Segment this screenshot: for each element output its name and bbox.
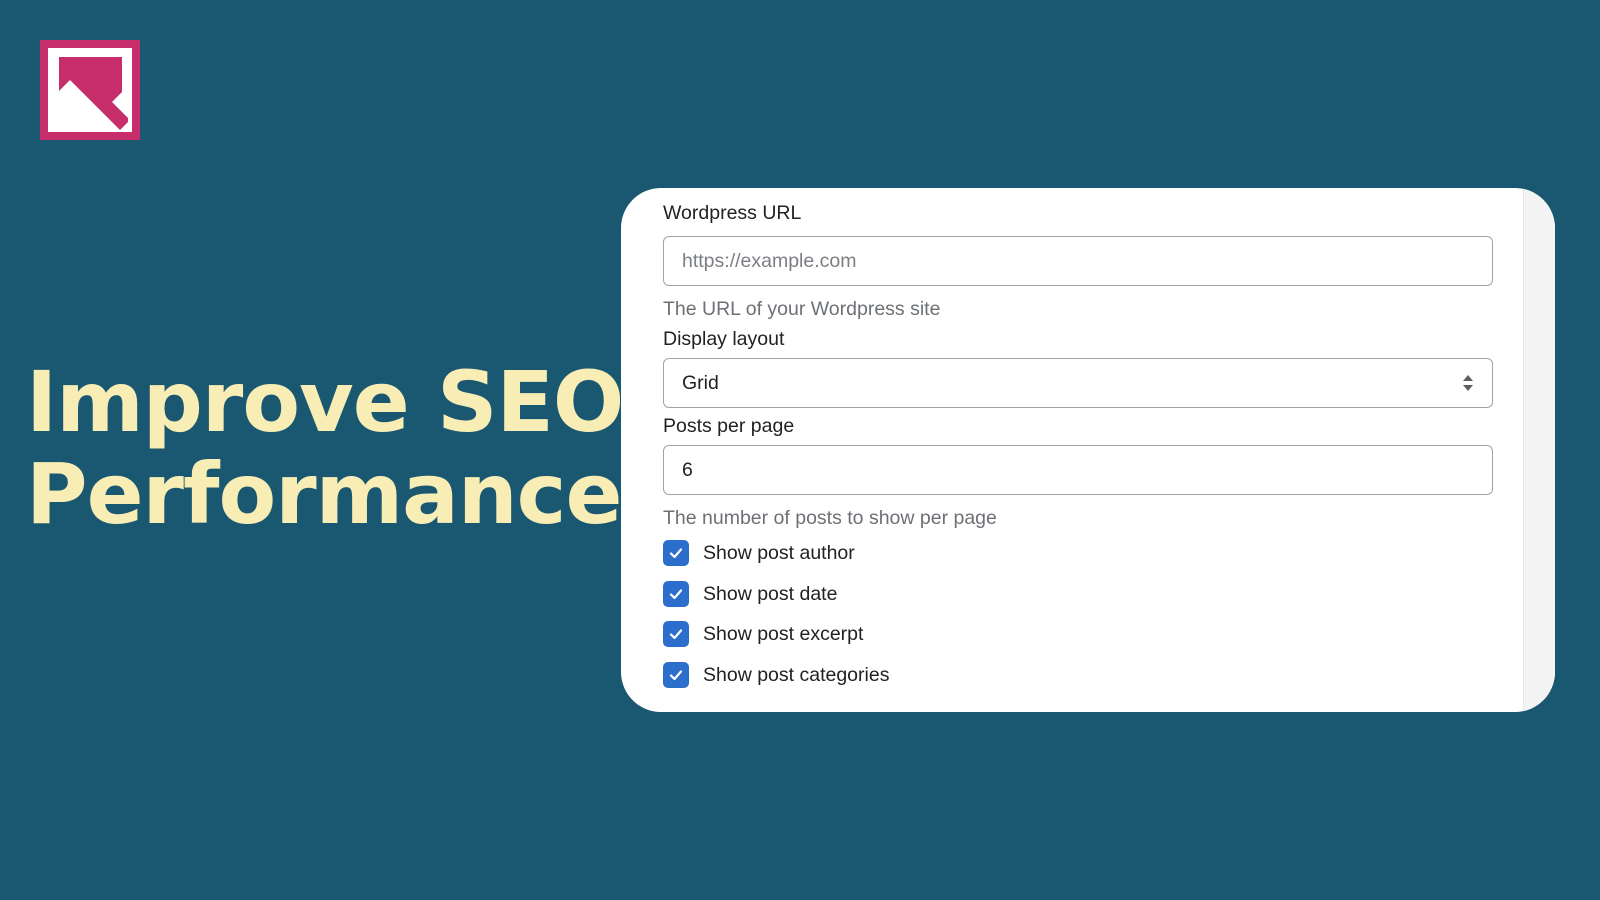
checkbox-checked[interactable] xyxy=(663,581,689,607)
display-layout-select[interactable]: Grid xyxy=(663,358,1493,408)
checkbox-checked[interactable] xyxy=(663,621,689,647)
checkmark-icon xyxy=(669,589,683,600)
checkbox-label: Show post date xyxy=(703,582,838,605)
checkbox-show-date[interactable]: Show post date xyxy=(663,581,837,607)
checkbox-checked[interactable] xyxy=(663,540,689,566)
brand-logo xyxy=(40,40,140,140)
wordpress-url-label: Wordpress URL xyxy=(663,202,802,224)
wordpress-url-placeholder: https://example.com xyxy=(682,249,857,272)
checkmark-icon xyxy=(669,670,683,681)
select-arrows-icon xyxy=(1463,375,1473,391)
checkbox-show-categories[interactable]: Show post categories xyxy=(663,662,889,688)
checkmark-icon xyxy=(669,548,683,559)
checkmark-icon xyxy=(669,629,683,640)
display-layout-value: Grid xyxy=(682,371,719,394)
checkbox-show-excerpt[interactable]: Show post excerpt xyxy=(663,621,863,647)
checkbox-label: Show post categories xyxy=(703,663,890,686)
checkbox-checked[interactable] xyxy=(663,662,689,688)
posts-per-page-value: 6 xyxy=(682,458,693,481)
headline: Improve SEO Performance xyxy=(26,353,624,543)
headline-line-2: Performance xyxy=(26,445,622,543)
scrollbar-track[interactable] xyxy=(1523,188,1555,712)
display-layout-label: Display layout xyxy=(663,328,785,350)
image-arrow-logo-icon xyxy=(40,40,140,140)
headline-line-1: Improve SEO xyxy=(26,353,624,451)
posts-per-page-label: Posts per page xyxy=(663,415,795,437)
settings-panel: Wordpress URL https://example.com The UR… xyxy=(621,188,1555,712)
wordpress-url-help: The URL of your Wordpress site xyxy=(663,298,941,320)
posts-per-page-help: The number of posts to show per page xyxy=(663,507,997,529)
checkbox-show-author[interactable]: Show post author xyxy=(663,540,855,566)
posts-per-page-input[interactable]: 6 xyxy=(663,445,1493,495)
checkbox-label: Show post excerpt xyxy=(703,622,864,645)
wordpress-url-input[interactable]: https://example.com xyxy=(663,236,1493,286)
checkbox-label: Show post author xyxy=(703,541,855,564)
